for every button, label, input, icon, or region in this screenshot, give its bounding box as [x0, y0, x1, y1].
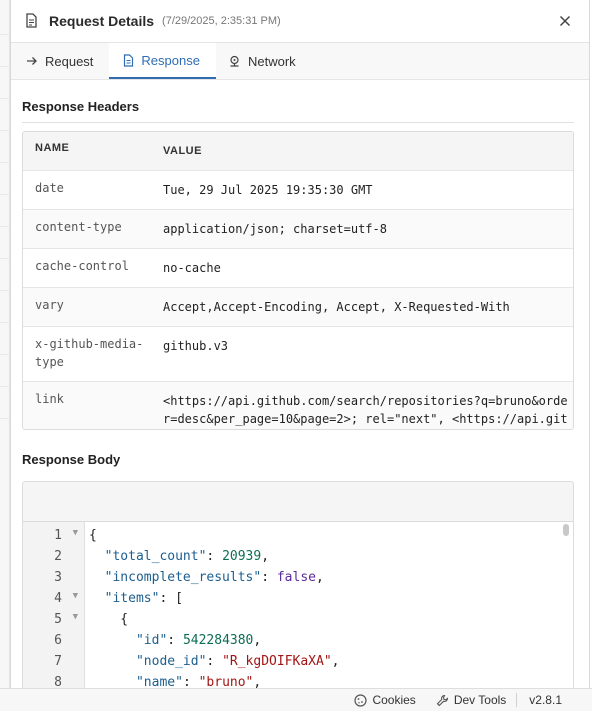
header-name: vary [35, 298, 64, 312]
header-name: x-github-media-type [35, 337, 144, 369]
request-timestamp: (7/29/2025, 2:35:31 PM) [162, 15, 281, 27]
header-value: Accept,Accept-Encoding, Accept, X-Reques… [163, 300, 510, 314]
code-line: "total_count": 20939, [104, 549, 270, 564]
code-line: { [89, 528, 97, 543]
header-value: Tue, 29 Jul 2025 19:35:30 GMT [163, 183, 373, 197]
cookies-button[interactable]: Cookies [344, 693, 425, 707]
version-label: v2.8.1 [529, 693, 562, 707]
tab-response[interactable]: Response [109, 43, 216, 79]
tab-network[interactable]: Network [216, 43, 312, 79]
header-name: content-type [35, 220, 122, 234]
response-headers-table[interactable]: NAME VALUE date Tue, 29 Jul 2025 19:35:3… [22, 131, 574, 430]
fold-arrow-icon[interactable]: ▼ [73, 528, 78, 538]
header-name: date [35, 181, 64, 195]
arrow-right-icon [25, 54, 39, 68]
fold-arrow-icon[interactable]: ▼ [73, 612, 78, 622]
background-app-strip [0, 0, 10, 711]
line-number-gutter: 1 ▼ 2 3 4 ▼ 5 ▼ 6 7 8 [23, 522, 85, 688]
table-row: date Tue, 29 Jul 2025 19:35:30 GMT [23, 171, 573, 210]
response-content: Response Headers NAME VALUE date Tue, 29… [11, 80, 589, 688]
close-icon [559, 15, 571, 27]
status-bar: Cookies Dev Tools v2.8.1 [0, 688, 592, 711]
code-line: { [89, 612, 129, 627]
code-lines: { "total_count": 20939, "incomplete_resu… [85, 522, 573, 688]
body-toolbar [23, 482, 573, 522]
response-headers-title: Response Headers [22, 80, 574, 123]
line-number: 8 [54, 675, 62, 688]
column-header-name: NAME [35, 142, 70, 154]
scrollbar[interactable] [563, 524, 569, 536]
code-line: "items": [ [104, 591, 183, 606]
code-line: "incomplete_results": false, [104, 570, 324, 585]
table-row: content-type application/json; charset=u… [23, 210, 573, 249]
line-number: 7 [54, 654, 62, 669]
tab-request[interactable]: Request [13, 43, 109, 79]
details-tabs: Request Response Network [11, 43, 589, 80]
header-value: no-cache [163, 261, 221, 275]
line-number: 4 ▼ [54, 591, 78, 606]
line-number: 2 [54, 549, 62, 564]
code-line: "id": 542284380, [135, 633, 262, 648]
header-name: cache-control [35, 259, 129, 273]
code-line: "name": "bruno", [135, 675, 262, 688]
line-number: 1 ▼ [54, 528, 78, 543]
dev-tools-label: Dev Tools [453, 693, 507, 707]
line-number: 3 [54, 570, 62, 585]
tab-request-label: Request [45, 53, 94, 69]
header-value: application/json; charset=utf-8 [163, 222, 387, 236]
close-button[interactable] [555, 11, 575, 31]
network-icon [228, 54, 242, 68]
cookies-label: Cookies [372, 693, 416, 707]
response-body-viewer[interactable]: 1 ▼ 2 3 4 ▼ 5 ▼ 6 7 8 { "total_count": 2093… [22, 481, 574, 688]
table-row: x-github-media-type github.v3 [23, 327, 573, 382]
table-header-row: NAME VALUE [23, 132, 573, 171]
code-editor[interactable]: 1 ▼ 2 3 4 ▼ 5 ▼ 6 7 8 { "total_count": 2093… [23, 522, 573, 688]
column-header-value: VALUE [163, 145, 202, 157]
response-body-title: Response Body [22, 452, 121, 467]
table-row: link <https://api.github.com/search/repo… [23, 382, 573, 429]
wrench-icon [436, 694, 448, 706]
header-value: <https://api.github.com/search/repositor… [163, 394, 568, 426]
panel-header: Request Details (7/29/2025, 2:35:31 PM) [11, 0, 589, 43]
header-name: link [35, 392, 64, 406]
table-row: vary Accept,Accept-Encoding, Accept, X-R… [23, 288, 573, 327]
dev-tools-button[interactable]: Dev Tools [426, 693, 516, 707]
document-icon [121, 53, 135, 67]
request-details-panel: Request Details (7/29/2025, 2:35:31 PM) … [10, 0, 590, 688]
panel-title: Request Details [49, 13, 155, 29]
header-value: github.v3 [163, 339, 229, 353]
line-number: 6 [54, 633, 62, 648]
tab-network-label: Network [247, 53, 296, 69]
document-icon [25, 13, 39, 29]
tab-response-label: Response [141, 52, 200, 68]
fold-arrow-icon[interactable]: ▼ [73, 591, 78, 601]
code-line: "node_id": "R_kgDOIFKaXA", [135, 654, 340, 669]
cookie-icon [354, 693, 368, 707]
table-row: cache-control no-cache [23, 249, 573, 288]
line-number: 5 ▼ [54, 612, 78, 627]
